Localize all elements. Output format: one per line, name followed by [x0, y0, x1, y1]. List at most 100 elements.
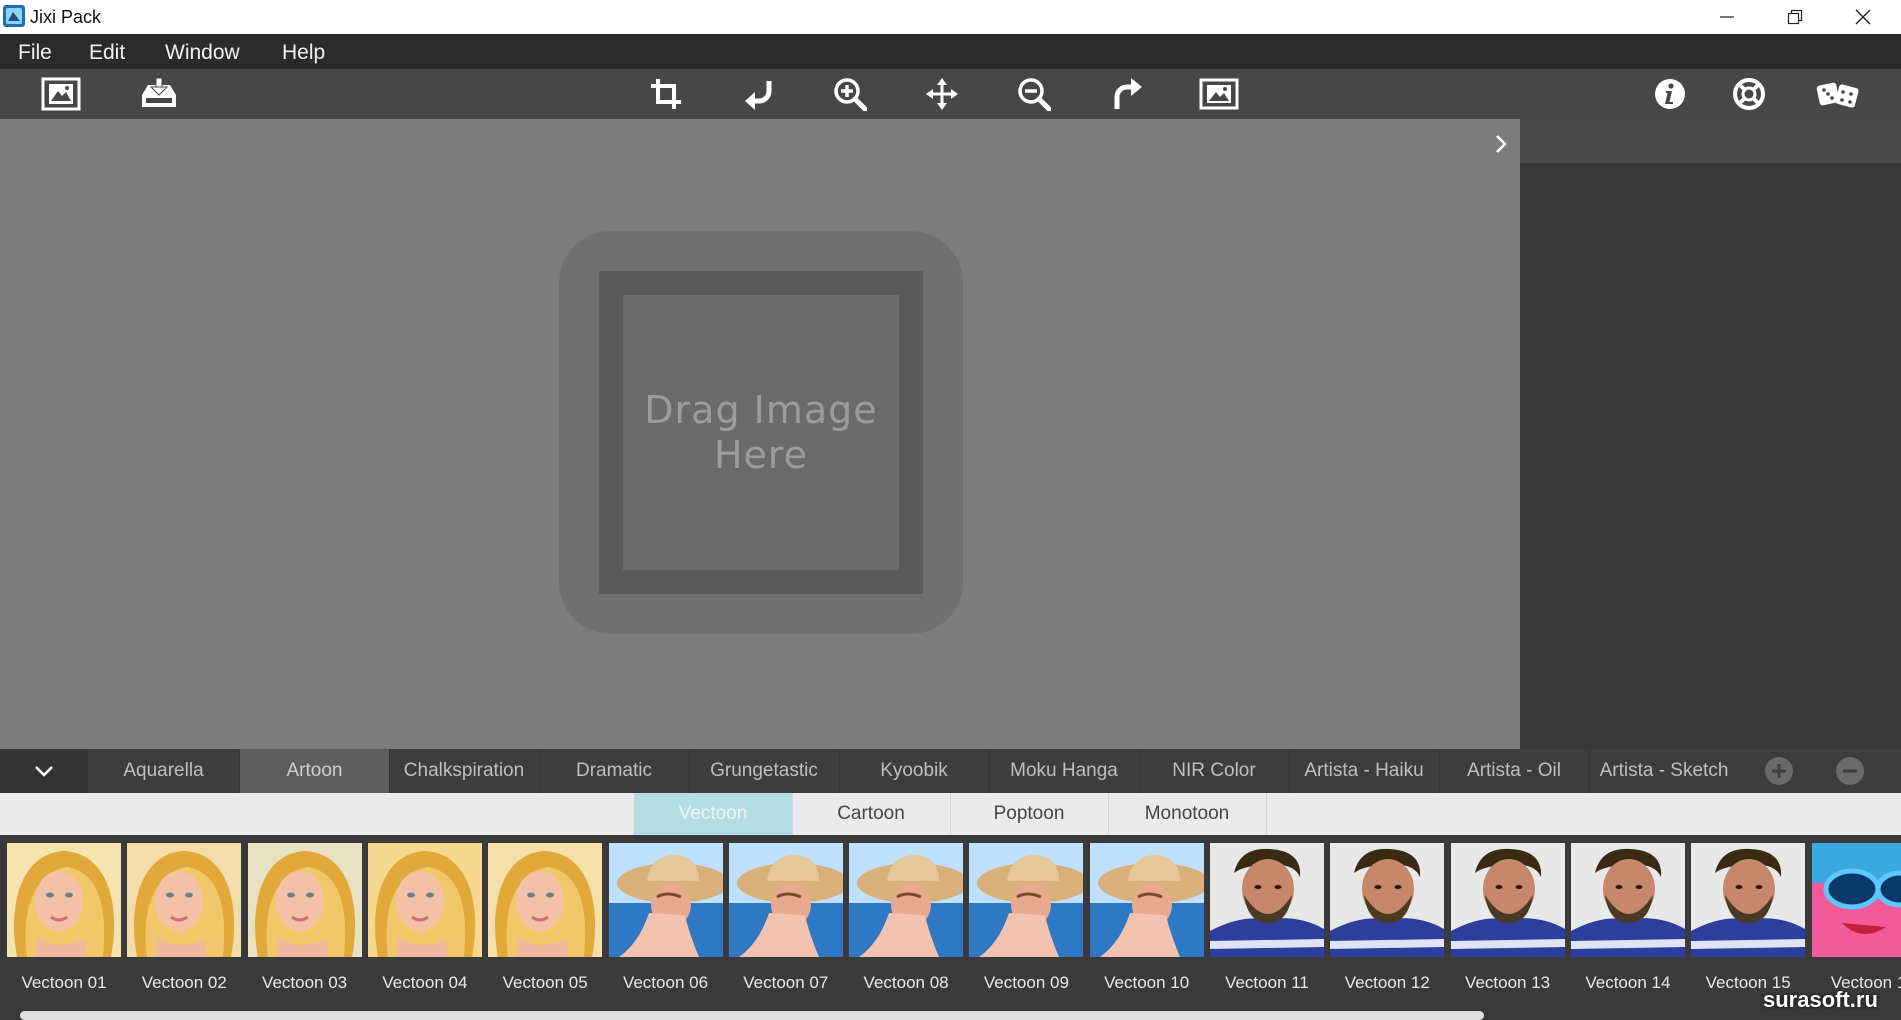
preset-thumbnail[interactable] [1811, 843, 1901, 957]
preset-preview-image [1210, 843, 1324, 957]
chevron-down-icon [35, 766, 53, 777]
subtab-vectoon[interactable]: Vectoon [634, 793, 793, 835]
minus-circle-icon [1836, 757, 1864, 785]
open-image-button[interactable] [41, 74, 81, 114]
title-bar: Jixi Pack [0, 0, 1901, 34]
minimize-icon [1720, 16, 1734, 18]
preset-label: Vectoon 07 [743, 973, 829, 992]
watermark: surasoft.ru [1763, 987, 1878, 1012]
random-dice-icon [1816, 82, 1859, 108]
image-canvas[interactable]: Drag Image Here [0, 119, 1520, 749]
preset-thumbnail[interactable] [1450, 843, 1565, 957]
menu-window[interactable]: Window [165, 41, 240, 65]
plus-circle-icon [1765, 757, 1793, 785]
tab-artista-oil[interactable]: Artista - Oil [1439, 749, 1590, 793]
preset-thumbnail[interactable] [1089, 843, 1204, 957]
menu-help[interactable]: Help [282, 41, 325, 65]
subtab-poptoon[interactable]: Poptoon [950, 793, 1109, 835]
preset-preview-image [1089, 843, 1204, 957]
window-title: Jixi Pack [30, 7, 102, 27]
tab-kyoobik[interactable]: Kyoobik [839, 749, 990, 793]
tab-chalkspiration[interactable]: Chalkspiration [389, 749, 540, 793]
open-image-icon [41, 77, 81, 111]
side-panel [1520, 119, 1901, 749]
menu-file[interactable]: File [18, 41, 52, 65]
toolbar [0, 69, 1901, 119]
preset-thumbnail[interactable] [488, 843, 603, 957]
preset-thumbnail[interactable] [367, 843, 482, 957]
category-tab-bar: Aquarella Artoon Chalkspiration Dramatic… [0, 749, 1901, 793]
drop-zone-inner: Drag Image Here [623, 295, 899, 570]
fit-image-icon [1199, 78, 1239, 110]
drop-zone[interactable]: Drag Image Here [559, 231, 963, 634]
tab-moku-hanga[interactable]: Moku Hanga [989, 749, 1140, 793]
preset-preview-image [127, 843, 242, 957]
menu-edit[interactable]: Edit [89, 41, 125, 65]
preset-label: Vectoon 13 [1465, 973, 1551, 992]
move-icon [926, 78, 958, 110]
preset-label: Vectoon 08 [863, 973, 949, 992]
preset-thumbnail[interactable] [1330, 843, 1445, 957]
subtab-cartoon[interactable]: Cartoon [792, 793, 951, 835]
minimize-button[interactable] [1693, 0, 1761, 34]
preset-thumbnail[interactable] [1570, 843, 1685, 957]
zoom-in-icon [834, 78, 867, 111]
fit-image-button[interactable] [1199, 74, 1239, 114]
remove-preset-button[interactable] [1834, 755, 1866, 787]
tab-aquarella[interactable]: Aquarella [88, 749, 240, 793]
drop-zone-frame: Drag Image Here [599, 271, 923, 594]
rotate-right-icon [1114, 78, 1142, 109]
preset-thumbnail[interactable] [849, 843, 964, 957]
preset-preview-image [1570, 843, 1685, 957]
random-button[interactable] [1814, 74, 1862, 114]
tab-artista-sketch[interactable]: Artista - Sketch [1589, 749, 1739, 793]
crop-button[interactable] [646, 74, 686, 114]
expand-panel-button[interactable] [1490, 129, 1512, 159]
preset-label: Vectoon 01 [21, 973, 107, 992]
preset-label: Vectoon 04 [382, 973, 468, 992]
preset-thumbnail[interactable] [127, 843, 242, 957]
preset-thumbnail[interactable] [608, 843, 723, 957]
preset-label: Vectoon 11 [1225, 973, 1309, 992]
preset-thumbnail[interactable] [969, 843, 1084, 957]
rotate-left-button[interactable] [738, 74, 778, 114]
close-button[interactable] [1829, 0, 1897, 34]
zoom-out-button[interactable] [1014, 74, 1054, 114]
preset-thumbnail-strip: Vectoon 01 Vectoon 02 Vectoon 03 Vectoon 04… [0, 835, 1901, 1020]
close-icon [1855, 9, 1871, 25]
info-button[interactable] [1650, 74, 1690, 114]
restore-button[interactable] [1761, 0, 1829, 34]
chevron-right-icon [1496, 135, 1507, 153]
move-button[interactable] [922, 74, 962, 114]
tab-dramatic[interactable]: Dramatic [539, 749, 690, 793]
preset-preview-image [969, 843, 1084, 957]
preset-thumbnail[interactable] [728, 843, 843, 957]
preset-preview-image [247, 843, 362, 957]
preset-thumbnail[interactable] [7, 843, 121, 957]
help-button[interactable] [1729, 74, 1769, 114]
preset-thumbnail[interactable] [247, 843, 362, 957]
tab-artoon[interactable]: Artoon [240, 749, 390, 793]
drop-zone-label: Drag Image Here [644, 387, 878, 477]
preset-preview-image [1450, 843, 1565, 957]
help-lifebuoy-icon [1733, 78, 1765, 110]
preset-preview-image [849, 843, 964, 957]
preset-thumbnail[interactable] [1691, 843, 1806, 957]
preset-thumbnail[interactable] [1210, 843, 1324, 957]
tab-nir-color[interactable]: NIR Color [1139, 749, 1290, 793]
save-button[interactable] [139, 74, 179, 114]
side-panel-header [1520, 119, 1901, 163]
rotate-right-button[interactable] [1108, 74, 1148, 114]
preset-label: Vectoon 09 [983, 973, 1069, 992]
add-preset-button[interactable] [1763, 755, 1795, 787]
rotate-left-icon [745, 81, 772, 110]
preset-label: Vectoon 02 [141, 973, 227, 992]
tab-artista-haiku[interactable]: Artista - Haiku [1289, 749, 1440, 793]
subtab-monotoon[interactable]: Monotoon [1108, 793, 1267, 835]
preset-label: Vectoon 10 [1104, 973, 1190, 992]
preset-preview-image [367, 843, 482, 957]
tab-grungetastic[interactable]: Grungetastic [689, 749, 840, 793]
collapse-presets-button[interactable] [0, 749, 88, 793]
zoom-in-button[interactable] [830, 74, 870, 114]
horizontal-scrollbar[interactable] [20, 1011, 1484, 1020]
